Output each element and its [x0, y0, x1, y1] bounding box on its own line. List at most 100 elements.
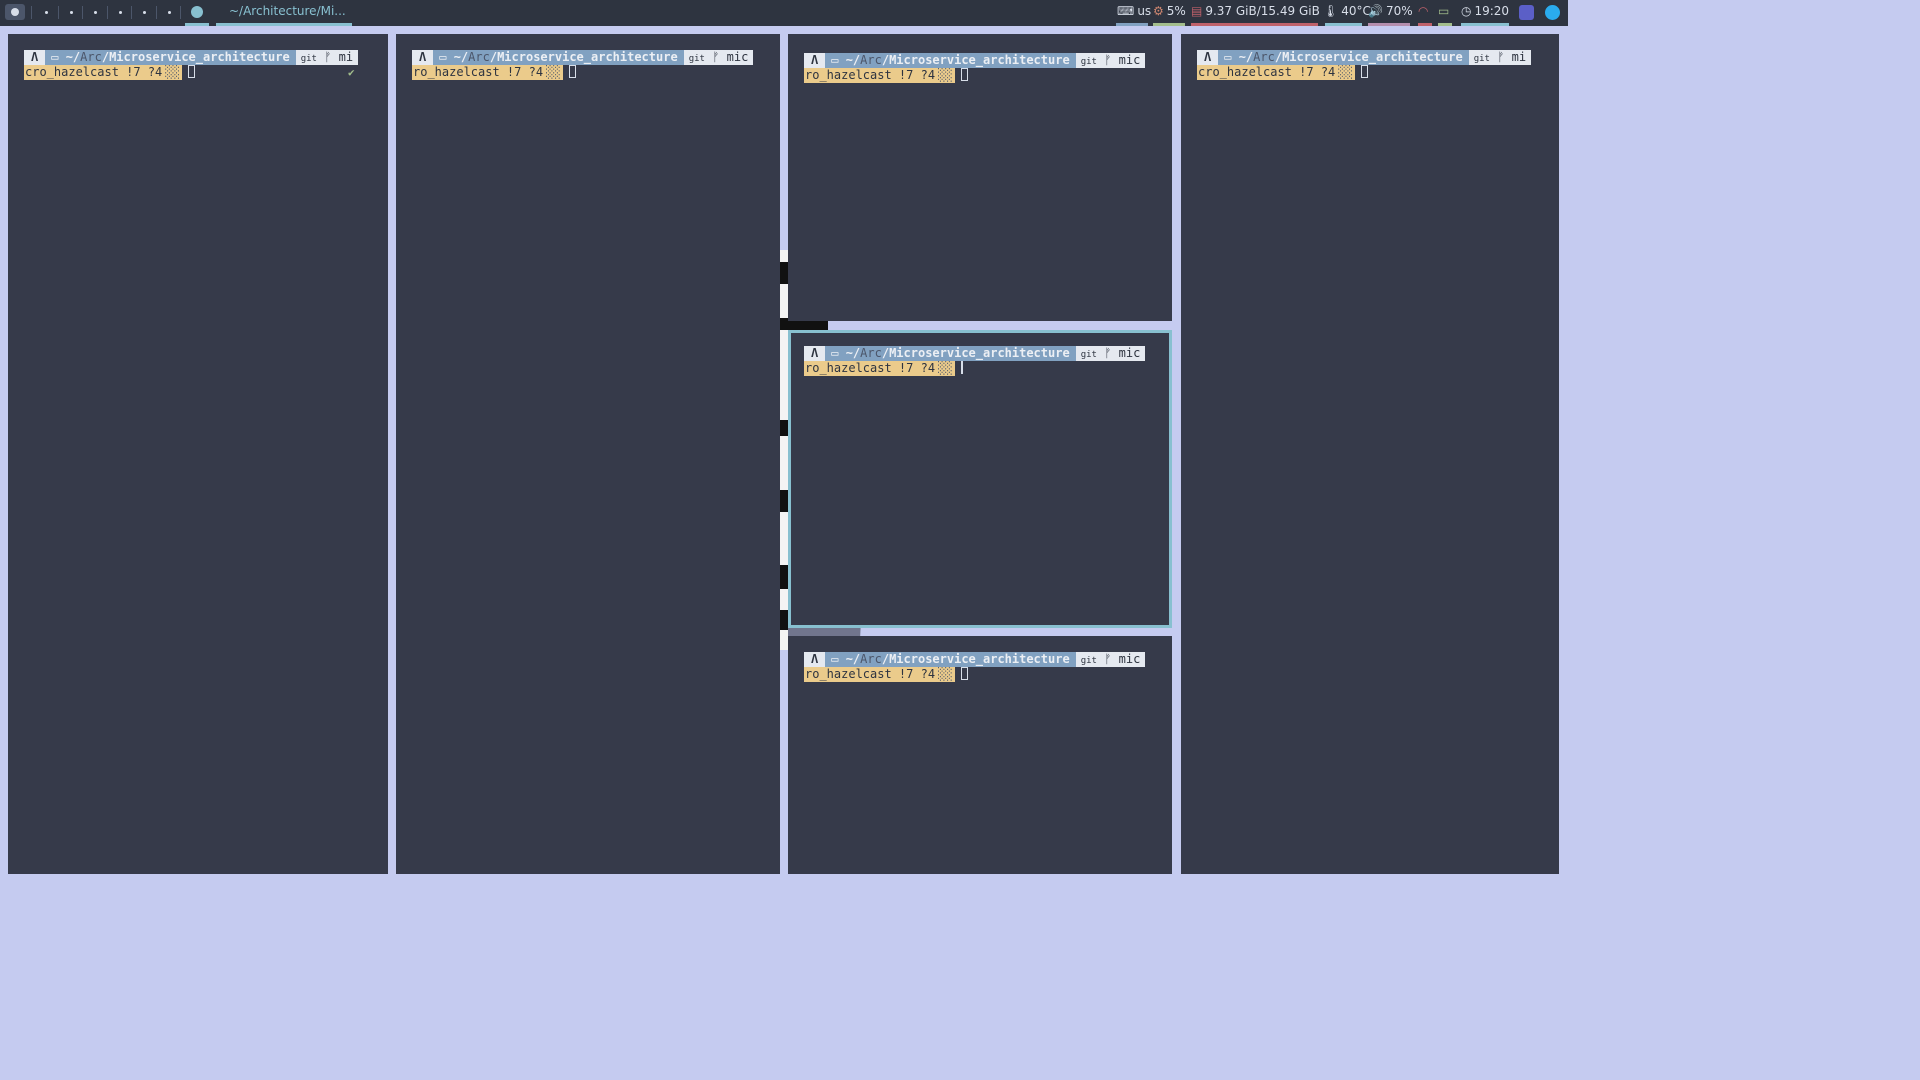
thermometer-icon: 🌡 [1323, 4, 1339, 18]
memory-icon: ▤ [1191, 4, 1203, 18]
clock-value: 19:20 [1474, 4, 1510, 18]
git-icon: git [1080, 57, 1097, 67]
prompt-shade: ░░ [936, 667, 955, 682]
clock-icon: ◷ [1461, 4, 1472, 18]
workspace-3-dot[interactable] [94, 11, 97, 14]
keyboard-layout-widget[interactable]: ⌨ us [1117, 0, 1151, 23]
shell-prompt: Λ ▭ ~/Arc/Microservice_architecture git … [804, 652, 1146, 682]
arch-logo-icon: Λ [412, 50, 434, 65]
terminal-pane-1[interactable]: Λ ▭ ~/Arc/Microservice_architecture git … [8, 34, 388, 874]
prompt-shade: ░░ [163, 65, 182, 80]
temperature-widget[interactable]: 🌡 40°C [1323, 0, 1371, 23]
volume-value: 70% [1385, 4, 1413, 18]
terminal-pane-3[interactable]: Λ ▭ ~/Arc/Microservice_architecture git … [788, 34, 1172, 321]
arch-logo-icon: Λ [804, 346, 826, 361]
temperature-underline [1325, 23, 1362, 26]
status-check-icon: ✔ [348, 66, 355, 79]
branch-name-start: mic [1118, 652, 1141, 666]
prompt-path: ▭ ~/Arc/Microservice_architecture [825, 53, 1076, 68]
terminal-cursor [187, 65, 195, 78]
wifi-icon[interactable]: ◠ [1418, 0, 1428, 23]
workspace-active-dot[interactable] [191, 6, 203, 18]
wifi-underline [1418, 23, 1432, 26]
workspace-divider [180, 6, 181, 19]
workspace-6-dot[interactable] [168, 11, 171, 14]
branch-status: ro_hazelcast !7 ?4 [804, 667, 937, 682]
branch-icon: ᚠ [324, 50, 332, 64]
git-segment: git ᚠ mic [683, 50, 754, 65]
terminal-cursor [960, 68, 968, 81]
git-icon: git [1080, 350, 1097, 360]
prompt-path: ▭ ~/Arc/Microservice_architecture [825, 652, 1076, 667]
branch-status: ro_hazelcast !7 ?4 [804, 361, 937, 376]
branch-icon: ᚠ [1104, 652, 1112, 666]
terminal-cursor [960, 667, 968, 680]
clock-widget[interactable]: ◷ 19:20 [1461, 0, 1509, 23]
terminal-cursor [568, 65, 576, 78]
shell-prompt: Λ ▭ ~/Arc/Microservice_architecture git … [804, 53, 1146, 83]
branch-icon: ᚠ [1497, 50, 1505, 64]
memory-value: 9.37 GiB/15.49 GiB [1205, 4, 1320, 18]
branch-icon: ᚠ [712, 50, 720, 64]
clock-underline [1461, 23, 1509, 26]
shell-prompt: Λ ▭ ~/Arc/Microservice_architecture git … [1197, 50, 1532, 80]
terminal-pane-5[interactable]: Λ ▭ ~/Arc/Microservice_architecture git … [788, 636, 1172, 874]
git-segment: git ᚠ mi [1468, 50, 1532, 65]
arch-logo-icon: Λ [24, 50, 46, 65]
branch-status: ro_hazelcast !7 ?4 [804, 68, 937, 83]
branch-name-start: mic [726, 50, 749, 64]
workspace-divider [82, 6, 83, 19]
git-segment: git ᚠ mic [1075, 53, 1146, 68]
keyboard-layout-value: us [1137, 4, 1152, 18]
branch-icon: ᚠ [1104, 53, 1112, 67]
cpu-underline [1153, 23, 1185, 26]
prompt-shade: ░░ [936, 361, 955, 376]
branch-status: cro_hazelcast !7 ?4 [1197, 65, 1337, 80]
volume-underline [1368, 23, 1410, 26]
workspace-4-dot[interactable] [119, 11, 122, 14]
cpu-value: 5% [1166, 4, 1186, 18]
battery-underline [1438, 23, 1452, 26]
workspace-divider [156, 6, 157, 19]
battery-icon[interactable]: ▭ [1438, 0, 1449, 23]
window-title-underline [216, 23, 352, 26]
workspace-5-dot[interactable] [143, 11, 146, 14]
cpu-widget[interactable]: ⚙ 5% [1153, 0, 1186, 23]
telegram-icon[interactable] [1545, 5, 1560, 20]
folder-icon: ▭ [1224, 50, 1232, 64]
branch-name-start: mic [1118, 53, 1141, 67]
memory-widget[interactable]: ▤ 9.37 GiB/15.49 GiB [1191, 0, 1320, 23]
workspace-active-underline [185, 23, 209, 26]
git-icon: git [300, 54, 317, 64]
arch-logo-icon: Λ [804, 652, 826, 667]
workspace-divider [131, 6, 132, 19]
branch-name-start: mic [1118, 346, 1141, 360]
terminal-pane-4[interactable]: Λ ▭ ~/Arc/Microservice_architecture git … [1181, 34, 1559, 874]
folder-icon: ▭ [831, 346, 839, 360]
launcher-icon[interactable] [5, 4, 25, 20]
git-segment: git ᚠ mic [1075, 652, 1146, 667]
window-title[interactable]: ~/Architecture/Mi... [229, 0, 346, 23]
terminal-cursor [960, 361, 963, 374]
prompt-path: ▭ ~/Arc/Microservice_architecture [825, 346, 1076, 361]
cpu-icon: ⚙ [1153, 4, 1164, 18]
branch-name-start: mi [1511, 50, 1527, 64]
volume-icon: 🔊 [1368, 4, 1383, 18]
teams-icon[interactable] [1519, 5, 1534, 20]
branch-name-start: mi [338, 50, 354, 64]
prompt-path: ▭ ~/Arc/Microservice_architecture [1218, 50, 1469, 65]
git-icon: git [1080, 656, 1097, 666]
prompt-shade: ░░ [936, 68, 955, 83]
terminal-pane-focused[interactable]: Λ ▭ ~/Arc/Microservice_architecture git … [788, 330, 1172, 628]
git-icon: git [688, 54, 705, 64]
volume-widget[interactable]: 🔊 70% [1368, 0, 1413, 23]
terminal-pane-2[interactable]: Λ ▭ ~/Arc/Microservice_architecture git … [396, 34, 780, 874]
terminal-cursor [1360, 65, 1368, 78]
git-segment: git ᚠ mi [295, 50, 359, 65]
branch-icon: ᚠ [1104, 346, 1112, 360]
workspace-1-dot[interactable] [45, 11, 48, 14]
workspace-divider [31, 6, 32, 19]
branch-status: cro_hazelcast !7 ?4 [24, 65, 164, 80]
git-icon: git [1473, 54, 1490, 64]
workspace-2-dot[interactable] [70, 11, 73, 14]
